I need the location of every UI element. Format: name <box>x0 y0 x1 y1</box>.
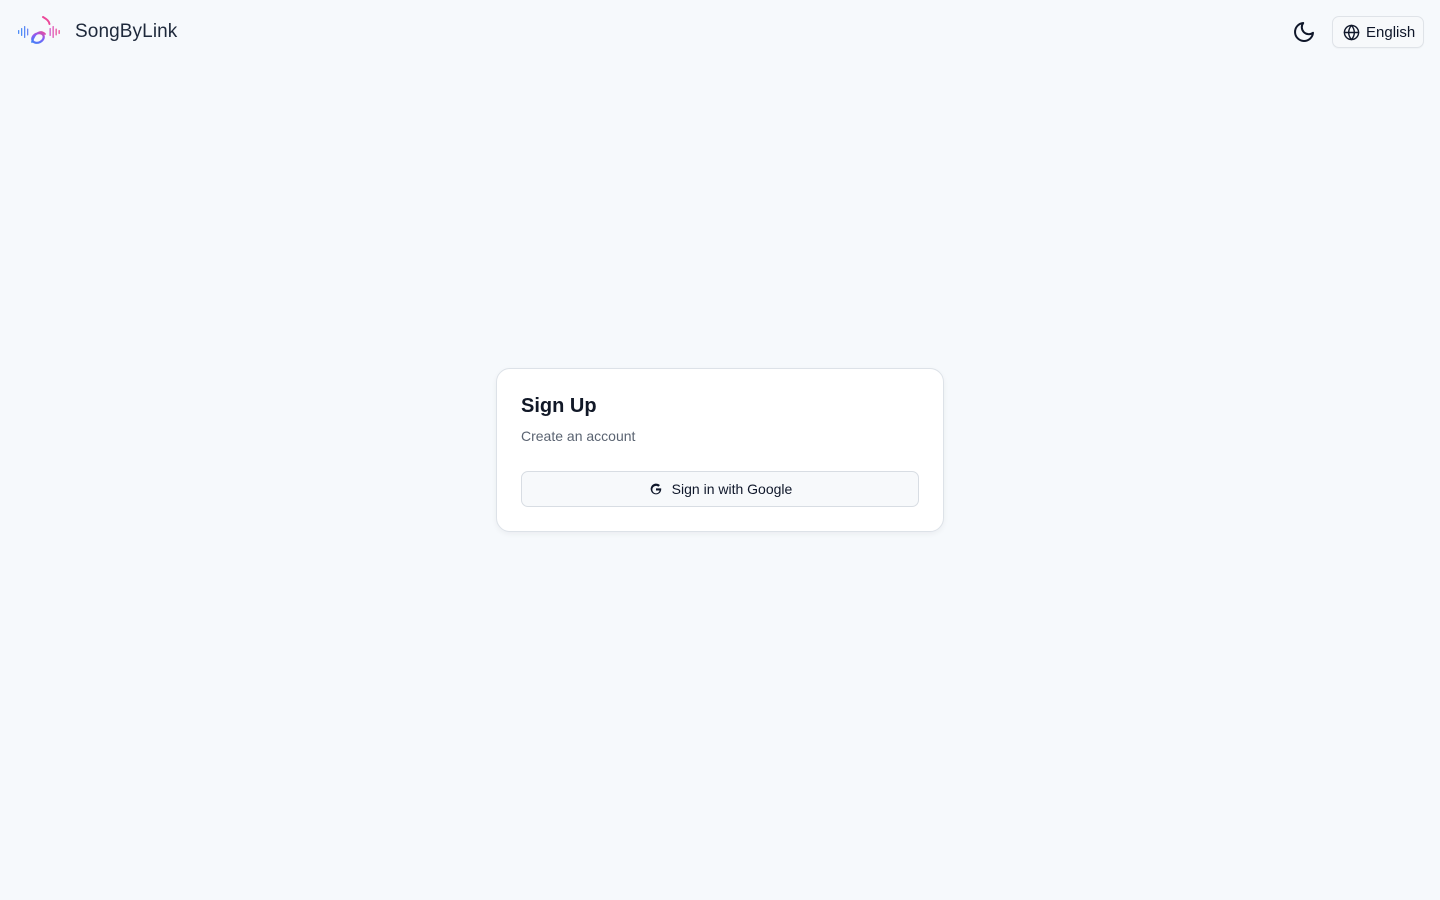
signup-title: Sign Up <box>521 395 597 417</box>
moon-icon <box>1294 22 1314 42</box>
google-icon <box>650 483 662 495</box>
google-button-label: Sign in with Google <box>671 481 793 497</box>
brand-link[interactable]: SongByLink <box>16 14 177 50</box>
language-label: English <box>1366 23 1416 41</box>
top-navigation-bar: SongByLink English <box>0 0 1440 64</box>
theme-toggle-button[interactable] <box>1290 18 1318 46</box>
brand-name: SongByLink <box>75 21 178 42</box>
music-note-waveform-logo-icon <box>18 15 60 44</box>
globe-icon <box>1343 24 1360 40</box>
signup-subtitle: Create an account <box>521 428 636 444</box>
signup-card: Sign Up Create an account Sign in with G… <box>496 368 944 532</box>
sign-in-with-google-button[interactable]: Sign in with Google <box>521 471 919 507</box>
language-select-button[interactable]: English <box>1332 16 1424 48</box>
